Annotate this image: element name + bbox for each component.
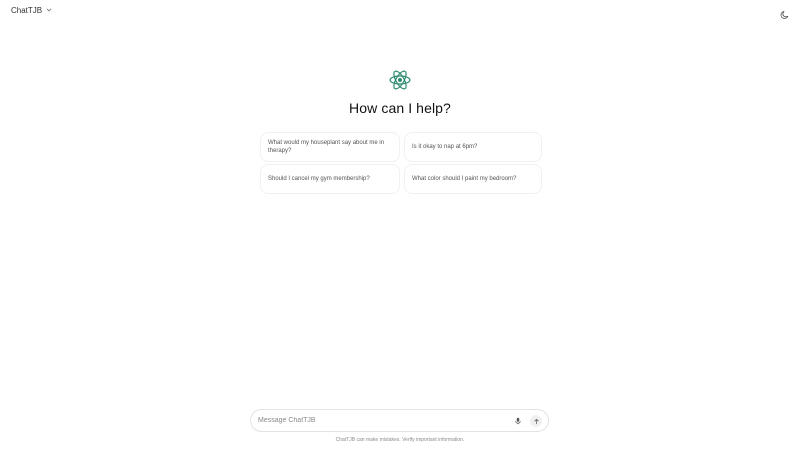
model-selector[interactable]: ChatTJB xyxy=(11,6,52,15)
suggestion-card[interactable]: What would my houseplant say about me in… xyxy=(260,132,400,162)
message-composer xyxy=(250,409,549,432)
moon-icon[interactable] xyxy=(780,7,790,19)
welcome-hero: How can I help? xyxy=(0,68,800,116)
top-bar: ChatTJB xyxy=(0,0,800,24)
suggestion-card[interactable]: Is it okay to nap at 6pm? xyxy=(404,132,542,162)
atom-icon xyxy=(388,68,412,92)
suggestion-card[interactable]: Should I cancel my gym membership? xyxy=(260,164,400,194)
chevron-down-icon xyxy=(46,7,52,15)
chat-page: ChatTJB How can I help? What would my ho… xyxy=(0,0,800,450)
suggestion-card[interactable]: What color should I paint my bedroom? xyxy=(404,164,542,194)
microphone-icon[interactable] xyxy=(513,416,523,426)
page-title: How can I help? xyxy=(349,100,451,116)
send-button[interactable] xyxy=(530,412,542,430)
model-name: ChatTJB xyxy=(11,6,43,15)
arrow-up-icon xyxy=(533,412,540,430)
message-input[interactable] xyxy=(258,417,513,424)
disclaimer-text: ChatTJB can make mistakes. Verify import… xyxy=(335,437,465,443)
suggestion-grid: What would my houseplant say about me in… xyxy=(260,132,542,194)
